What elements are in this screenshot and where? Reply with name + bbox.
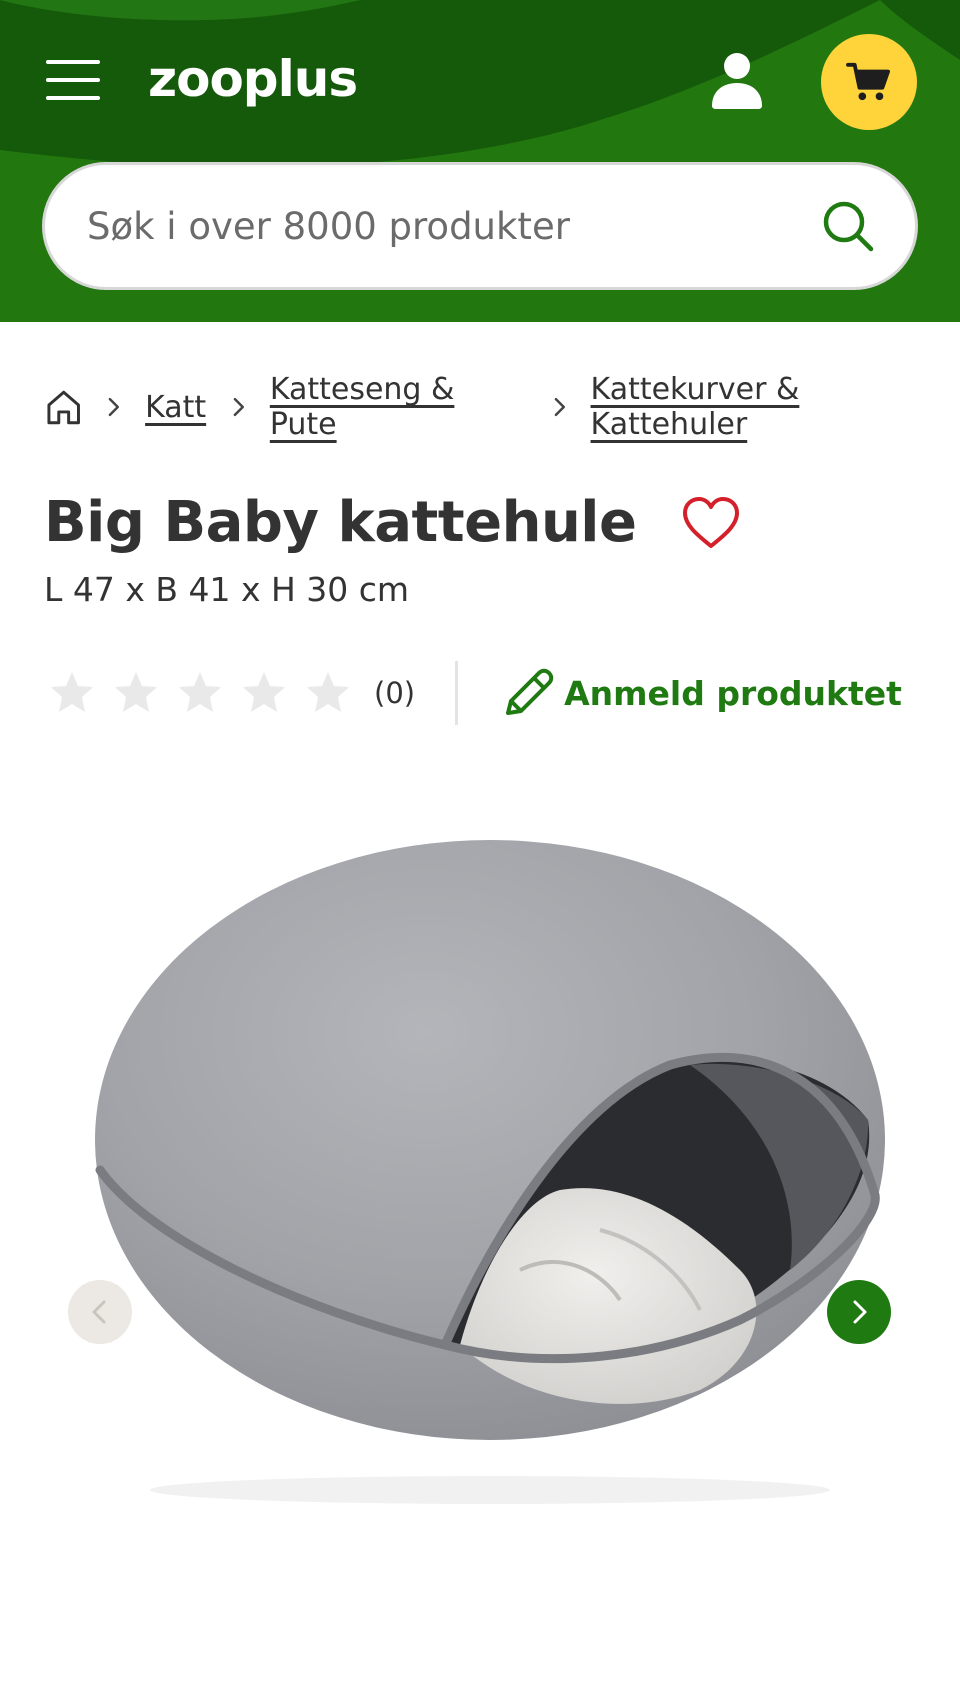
star-icon — [179, 672, 221, 712]
write-review-button[interactable]: Anmeld produktet — [500, 665, 902, 721]
breadcrumb-link-katt[interactable]: Katt — [145, 390, 206, 425]
menu-icon-bar — [46, 96, 100, 100]
rating-stars[interactable] — [48, 669, 352, 717]
zooplus-logo[interactable]: zooplus — [148, 50, 358, 108]
search-bar — [42, 162, 918, 290]
star-icon — [243, 672, 285, 712]
heart-icon[interactable] — [680, 495, 742, 551]
breadcrumb: Katt Katteseng & Pute Kattekurver & Katt… — [44, 372, 960, 442]
rating-row: (0) Anmeld produktet — [48, 660, 902, 726]
chevron-left-icon — [92, 1300, 106, 1324]
site-header: zooplus — [0, 0, 960, 322]
rating-count[interactable]: (0) — [374, 676, 415, 710]
star-icon — [307, 672, 349, 712]
product-dimensions: L 47 x B 41 x H 30 cm — [44, 570, 410, 609]
user-icon — [712, 53, 762, 109]
cart-button[interactable] — [821, 34, 917, 130]
star-icon — [115, 672, 157, 712]
breadcrumb-link-katteseng[interactable]: Katteseng & Pute — [270, 372, 527, 442]
search-icon[interactable] — [821, 199, 875, 253]
search-input[interactable] — [87, 204, 821, 248]
chevron-right-icon — [853, 1300, 867, 1324]
menu-button[interactable] — [46, 60, 102, 102]
chevron-right-icon — [233, 397, 245, 417]
cart-icon — [846, 62, 890, 101]
chevron-right-icon — [109, 397, 120, 417]
write-review-label: Anmeld produktet — [564, 673, 902, 713]
gallery-prev-button[interactable] — [68, 1280, 132, 1344]
product-gallery — [0, 800, 960, 1680]
product-image[interactable] — [0, 800, 960, 1520]
breadcrumb-link-kattekurver[interactable]: Kattekurver & Kattehuler — [591, 372, 960, 442]
divider — [455, 661, 459, 725]
gallery-next-button[interactable] — [827, 1280, 891, 1344]
chevron-right-icon — [554, 397, 565, 417]
menu-icon-bar — [46, 78, 100, 82]
product-title-row: Big Baby kattehule — [44, 490, 742, 555]
product-title: Big Baby kattehule — [44, 490, 637, 555]
star-icon — [51, 672, 93, 712]
pencil-icon — [506, 668, 554, 715]
menu-icon-bar — [46, 60, 100, 64]
account-button[interactable] — [708, 50, 766, 110]
home-icon[interactable] — [44, 387, 83, 427]
